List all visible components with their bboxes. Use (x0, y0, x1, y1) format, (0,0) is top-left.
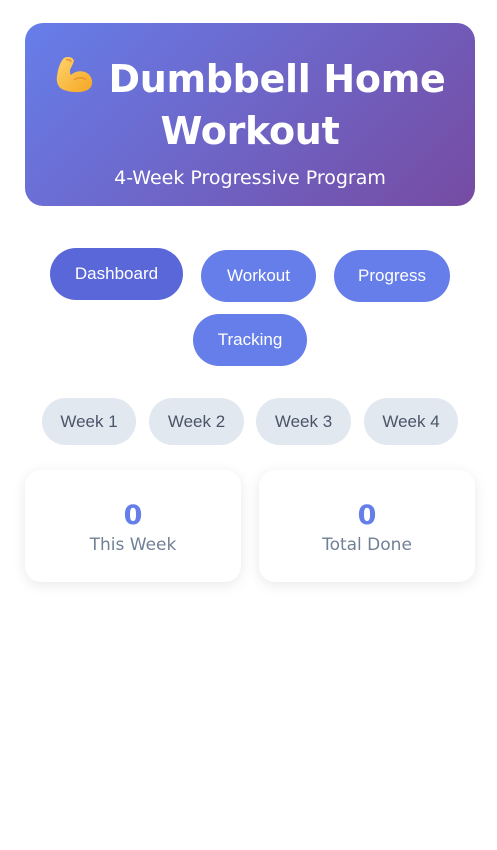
week-1-button[interactable]: Week 1 (42, 398, 136, 445)
stat-value-this-week: 0 (123, 500, 143, 531)
stat-label-this-week: This Week (89, 535, 177, 555)
tab-workout[interactable]: Workout (201, 250, 316, 302)
tab-progress[interactable]: Progress (334, 250, 450, 302)
tab-tracking[interactable]: Tracking (193, 314, 307, 366)
page-subtitle: 4-Week Progressive Program (114, 167, 386, 189)
stat-value-total-done: 0 (357, 500, 377, 531)
week-3-button[interactable]: Week 3 (256, 398, 351, 445)
title-line-2: Workout (160, 109, 340, 153)
week-4-button[interactable]: Week 4 (364, 398, 458, 445)
page-title: Dumbbell Home (25, 53, 475, 105)
tab-dashboard[interactable]: Dashboard (50, 248, 183, 300)
app-header: Dumbbell Home Workout 4-Week Progressive… (25, 23, 475, 206)
title-line-1: Dumbbell Home (108, 57, 446, 101)
stat-card-this-week: 0 This Week (25, 470, 241, 582)
stat-card-total-done: 0 Total Done (259, 470, 475, 582)
flexed-biceps-icon (54, 54, 96, 94)
week-2-button[interactable]: Week 2 (149, 398, 244, 445)
stat-label-total-done: Total Done (322, 535, 412, 555)
